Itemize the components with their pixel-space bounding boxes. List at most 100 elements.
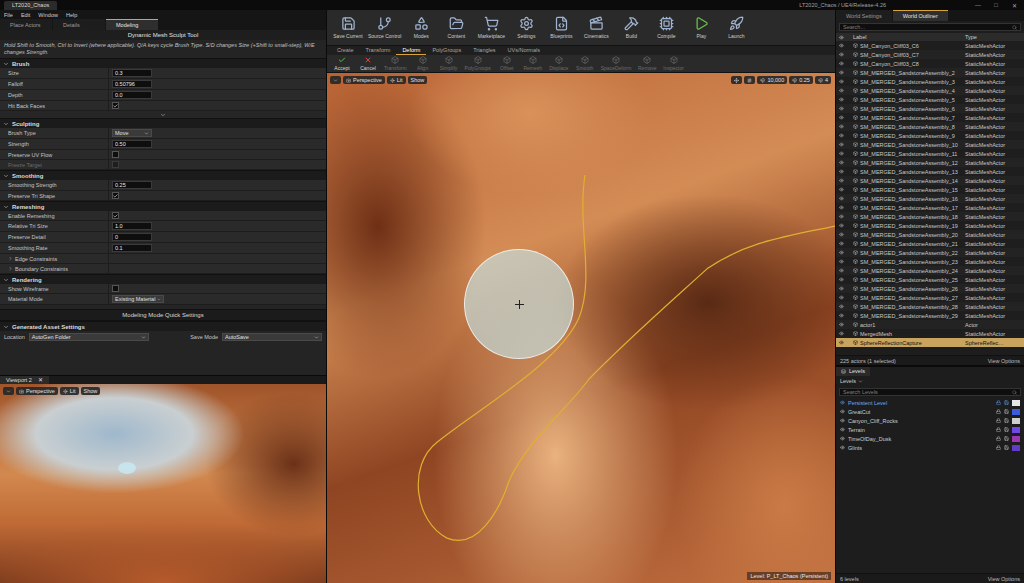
toolbar-button[interactable]: Source Control <box>366 16 403 39</box>
visibility-cell[interactable] <box>836 268 850 273</box>
modeling-button[interactable]: Cancel <box>356 56 380 71</box>
save-icon[interactable] <box>1004 445 1009 450</box>
toolbar-button[interactable]: Launch <box>719 16 753 39</box>
save-icon[interactable] <box>1004 418 1009 423</box>
modeling-tab[interactable]: UVs/Normals <box>502 46 546 55</box>
window-control[interactable]: — <box>972 2 984 8</box>
outliner-row[interactable]: SM_MERGED_SandstoneAssembly_20StaticMesh… <box>836 230 1024 239</box>
menu-item[interactable]: Edit <box>21 12 30 18</box>
outliner-search[interactable]: Search... <box>839 23 1021 31</box>
grid-snap-button[interactable] <box>744 76 755 84</box>
modeling-tab[interactable]: Transform <box>360 46 397 55</box>
section-header[interactable]: Brush <box>0 58 326 68</box>
level-color-swatch[interactable] <box>1012 400 1020 406</box>
section-header[interactable]: Sculpting <box>0 118 326 128</box>
dropdown[interactable]: Existing Material <box>112 295 164 303</box>
outliner-row[interactable]: SM_MERGED_SandstoneAssembly_21StaticMesh… <box>836 239 1024 248</box>
visibility-cell[interactable] <box>836 232 850 237</box>
snap-value[interactable]: 10,000 <box>757 76 787 84</box>
modeling-button[interactable]: Transform <box>382 56 409 71</box>
levels-toolbar[interactable]: Levels <box>836 376 1024 386</box>
save-icon[interactable] <box>1004 427 1009 432</box>
perspective-button[interactable]: Perspective <box>16 387 58 395</box>
window-tab[interactable]: LT2020_Chaos <box>4 1 57 10</box>
number-field[interactable]: 1.0 <box>112 222 152 230</box>
outliner-row[interactable]: SM_MERGED_SandstoneAssembly_18StaticMesh… <box>836 212 1024 221</box>
header-cell[interactable]: Label <box>850 34 962 40</box>
visibility-cell[interactable] <box>836 250 850 255</box>
visibility-cell[interactable] <box>836 124 850 129</box>
view-options-button[interactable] <box>330 76 341 84</box>
number-field[interactable]: 0.50796 <box>112 80 152 88</box>
save-mode-dropdown[interactable]: AutoSave <box>222 333 322 341</box>
modeling-button[interactable]: Align <box>411 56 435 71</box>
number-field[interactable]: 0.3 <box>112 69 152 77</box>
checkbox[interactable] <box>112 192 119 199</box>
advanced-toggle[interactable] <box>0 111 326 118</box>
toolbar-button[interactable]: Marketplace <box>474 16 508 39</box>
visibility-cell[interactable] <box>836 259 850 264</box>
visibility-cell[interactable] <box>836 205 850 210</box>
outliner-row[interactable]: SM_MERGED_SandstoneAssembly_14StaticMesh… <box>836 176 1024 185</box>
level-color-swatch[interactable] <box>1012 445 1020 451</box>
level-row[interactable]: Persistent Level <box>836 398 1024 407</box>
section-header[interactable]: Rendering <box>0 274 326 284</box>
outliner-row[interactable]: MergedMeshStaticMeshActor <box>836 329 1024 338</box>
level-color-swatch[interactable] <box>1012 427 1020 433</box>
visibility-cell[interactable] <box>836 331 850 336</box>
property-label[interactable]: Edge Constraints <box>0 254 108 263</box>
menu-item[interactable]: File <box>4 12 13 18</box>
visibility-cell[interactable] <box>836 304 850 309</box>
level-row[interactable]: Glints <box>836 443 1024 452</box>
quick-settings-bar[interactable]: Modeling Mode Quick Settings <box>0 309 326 321</box>
modeling-button[interactable]: SpaceDeform <box>599 56 634 71</box>
save-icon[interactable] <box>1004 436 1009 441</box>
modeling-tab[interactable]: PolyGroups <box>426 46 467 55</box>
outliner-row[interactable]: SM_MERGED_SandstoneAssembly_15StaticMesh… <box>836 185 1024 194</box>
number-field[interactable]: 0 <box>112 233 152 241</box>
header-cell[interactable]: Type <box>962 34 1024 40</box>
level-color-swatch[interactable] <box>1012 436 1020 442</box>
move-mode-button[interactable] <box>731 76 742 84</box>
visibility-cell[interactable] <box>836 52 850 57</box>
menu-item[interactable]: Window <box>38 12 58 18</box>
section-header[interactable]: Generated Asset Settings <box>0 321 326 331</box>
checkbox[interactable] <box>112 285 119 292</box>
visibility-cell[interactable] <box>836 340 850 345</box>
outliner-row[interactable]: SM_MERGED_SandstoneAssembly_29StaticMesh… <box>836 311 1024 320</box>
modeling-tab[interactable]: Create <box>331 46 360 55</box>
lock-icon[interactable] <box>996 427 1001 432</box>
visibility-cell[interactable] <box>836 241 850 246</box>
visibility-cell[interactable] <box>836 169 850 174</box>
section-header[interactable]: Smoothing <box>0 170 326 180</box>
visibility-cell[interactable] <box>836 214 850 219</box>
modeling-button[interactable]: Remove <box>635 56 659 71</box>
level-color-swatch[interactable] <box>1012 418 1020 424</box>
save-icon[interactable] <box>1004 400 1009 405</box>
toolbar-button[interactable]: Modes <box>404 16 438 39</box>
viewport-tab[interactable]: Viewport 2✕ <box>0 376 49 384</box>
modeling-tab[interactable]: Triangles <box>467 46 501 55</box>
outliner-row[interactable]: SM_MERGED_SandstoneAssembly_3StaticMeshA… <box>836 77 1024 86</box>
number-field[interactable]: 0.0 <box>112 91 152 99</box>
visibility-cell[interactable] <box>836 160 850 165</box>
visibility-cell[interactable] <box>836 43 850 48</box>
toolbar-button[interactable]: Content <box>439 16 473 39</box>
lock-icon[interactable] <box>996 409 1001 414</box>
modeling-button[interactable]: Remesh <box>521 56 545 71</box>
visibility-cell[interactable] <box>836 322 850 327</box>
outliner-row[interactable]: SM_MERGED_SandstoneAssembly_12StaticMesh… <box>836 158 1024 167</box>
visibility-cell[interactable] <box>836 133 850 138</box>
checkbox[interactable] <box>112 102 119 109</box>
visibility-cell[interactable] <box>836 97 850 102</box>
panel-tab[interactable]: World Outliner <box>893 10 948 21</box>
lock-icon[interactable] <box>996 418 1001 423</box>
outliner-row[interactable]: SM_MERGED_SandstoneAssembly_24StaticMesh… <box>836 266 1024 275</box>
modeling-button[interactable]: Offset <box>495 56 519 71</box>
checkbox[interactable] <box>112 151 119 158</box>
outliner-row[interactable]: actor1Actor <box>836 320 1024 329</box>
close-button[interactable]: ✕ <box>38 376 43 384</box>
modeling-button[interactable]: PolyGroups <box>463 56 493 71</box>
toolbar-button[interactable]: Save Current <box>331 16 365 39</box>
visibility-cell[interactable] <box>836 151 850 156</box>
